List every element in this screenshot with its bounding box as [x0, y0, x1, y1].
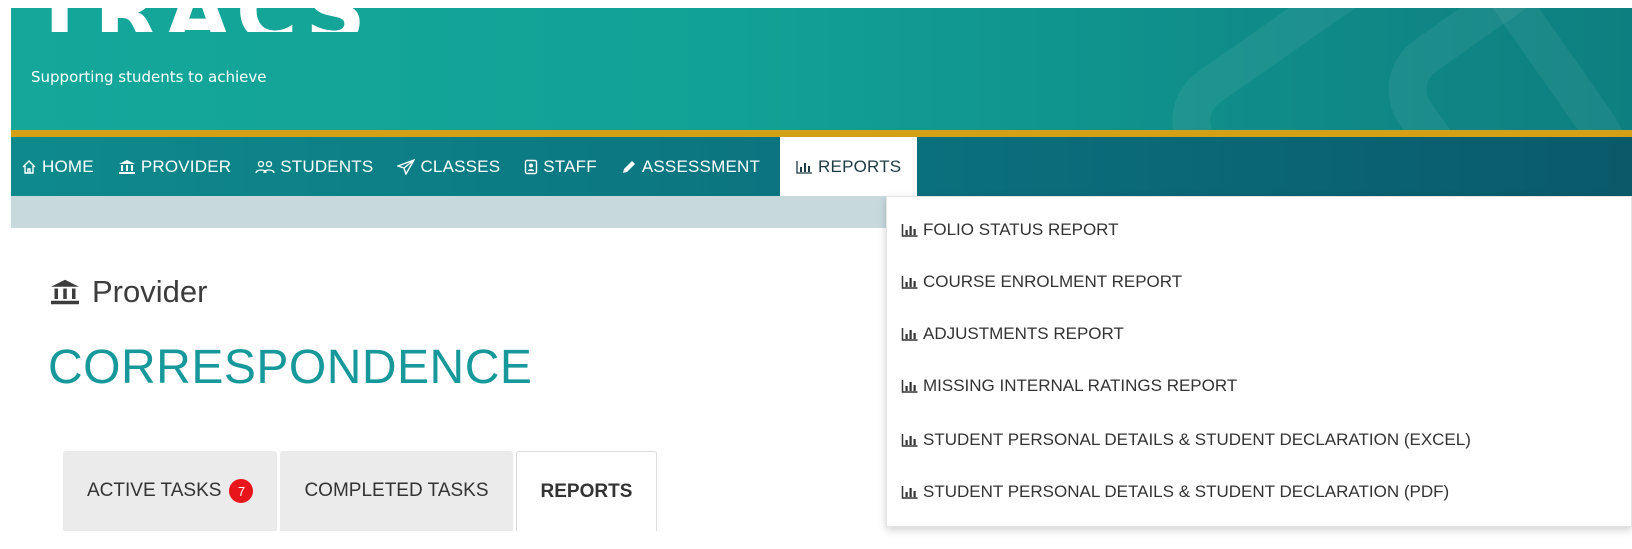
menu-item-label: MISSING INTERNAL RATINGS REPORT [923, 376, 1238, 395]
menu-item-folio-status-report[interactable]: FOLIO STATUS REPORT [901, 220, 1119, 240]
nav-item-reports[interactable]: REPORTS [780, 137, 918, 196]
paper-plane-icon [397, 158, 416, 175]
main-nav: HOME PROVIDER STUDENTS CLASSES STAFF ASS… [11, 137, 1632, 196]
reports-dropdown-menu: FOLIO STATUS REPORT COURSE ENROLMENT REP… [886, 196, 1632, 527]
tab-label: ACTIVE TASKS [87, 480, 222, 501]
nav-item-staff[interactable]: STAFF [514, 137, 611, 196]
logo-text: TRACS [31, 8, 372, 32]
site-header: TRACS Supporting students to achieve [11, 8, 1632, 130]
badge-icon [524, 159, 538, 175]
pencil-icon [621, 159, 637, 175]
nav-item-label: REPORTS [818, 156, 902, 176]
nav-item-label: CLASSES [420, 156, 501, 176]
menu-item-student-details-excel[interactable]: STUDENT PERSONAL DETAILS & STUDENT DECLA… [901, 430, 1471, 450]
bar-chart-icon [901, 275, 919, 289]
task-tabs: ACTIVE TASKS 7 COMPLETED TASKS REPORTS [63, 451, 658, 531]
nav-item-provider[interactable]: PROVIDER [108, 137, 245, 196]
bar-chart-icon [901, 379, 919, 393]
nav-item-students[interactable]: STUDENTS [245, 137, 387, 196]
nav-item-assessment[interactable]: ASSESSMENT [611, 137, 774, 196]
users-icon [255, 159, 275, 175]
section-label: Provider [92, 274, 208, 309]
menu-item-label: COURSE ENROLMENT REPORT [923, 272, 1183, 291]
institution-icon [48, 278, 82, 306]
tab-reports[interactable]: REPORTS [515, 451, 658, 531]
menu-item-student-details-pdf[interactable]: STUDENT PERSONAL DETAILS & STUDENT DECLA… [901, 482, 1449, 502]
tab-completed-tasks[interactable]: COMPLETED TASKS [280, 451, 513, 531]
menu-item-adjustments-report[interactable]: ADJUSTMENTS REPORT [901, 324, 1124, 344]
tab-label: COMPLETED TASKS [304, 480, 489, 501]
bar-chart-icon [901, 327, 919, 341]
menu-item-course-enrolment-report[interactable]: COURSE ENROLMENT REPORT [901, 272, 1182, 292]
menu-item-label: STUDENT PERSONAL DETAILS & STUDENT DECLA… [923, 482, 1450, 501]
bar-chart-icon [901, 485, 919, 499]
tab-active-tasks[interactable]: ACTIVE TASKS 7 [63, 451, 278, 531]
nav-item-label: HOME [42, 156, 94, 176]
nav-item-label: STUDENTS [280, 156, 374, 176]
menu-item-label: STUDENT PERSONAL DETAILS & STUDENT DECLA… [923, 430, 1471, 449]
nav-item-label: PROVIDER [140, 156, 232, 176]
nav-item-label: ASSESSMENT [641, 156, 761, 176]
menu-item-missing-internal-ratings-report[interactable]: MISSING INTERNAL RATINGS REPORT [901, 376, 1237, 396]
nav-item-classes[interactable]: CLASSES [387, 137, 514, 196]
bar-chart-icon [796, 160, 813, 174]
page-gutter [0, 0, 11, 549]
bar-chart-icon [901, 433, 919, 447]
institution-icon [118, 159, 136, 175]
logo[interactable]: TRACS [31, 8, 372, 32]
count-badge: 7 [229, 479, 254, 503]
menu-item-label: FOLIO STATUS REPORT [923, 220, 1119, 239]
header-accent-bar [11, 130, 1632, 137]
home-icon [21, 159, 37, 175]
bar-chart-icon [901, 223, 919, 237]
nav-item-home[interactable]: HOME [11, 137, 108, 196]
menu-item-label: ADJUSTMENTS REPORT [923, 324, 1124, 343]
tab-label: REPORTS [540, 480, 633, 502]
nav-item-label: STAFF [543, 156, 597, 176]
section-heading: Provider [48, 274, 207, 310]
page-title: CORRESPONDENCE [48, 341, 533, 394]
tagline: Supporting students to achieve [31, 68, 267, 86]
